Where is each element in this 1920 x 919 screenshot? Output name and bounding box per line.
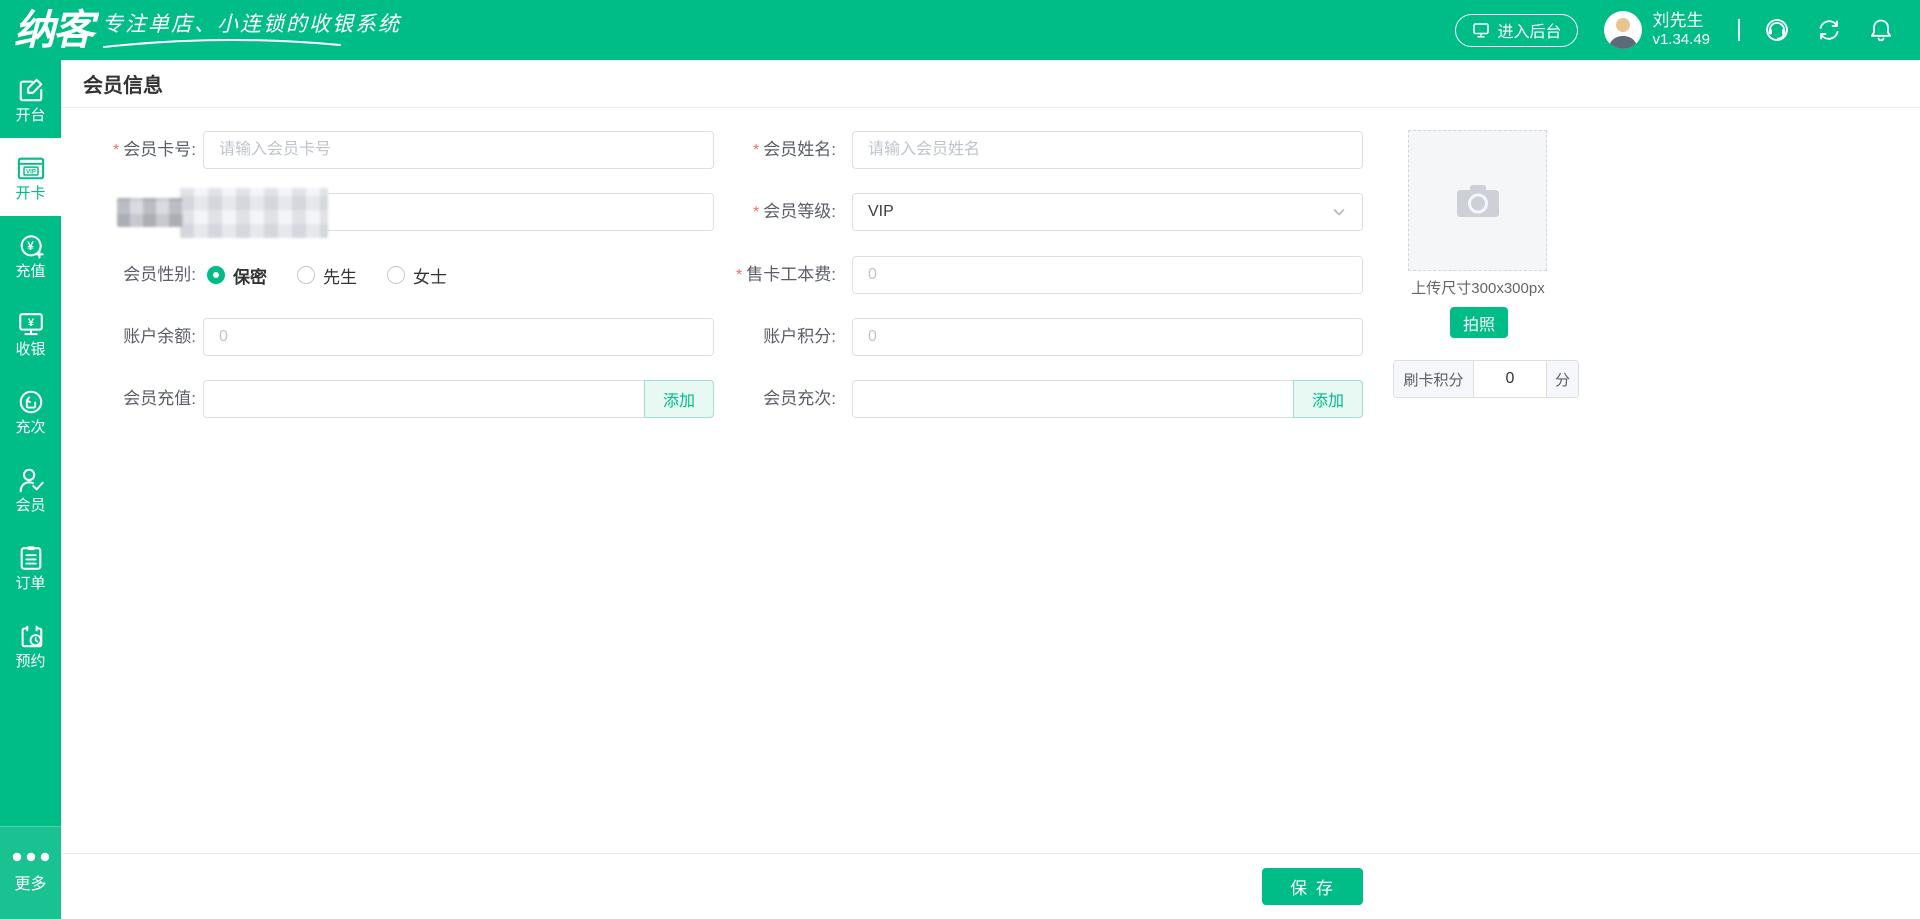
sidebar-item-label: 开台 <box>15 106 46 124</box>
sidebar-item-open-card[interactable]: VIP 开卡 <box>0 138 61 216</box>
member-level-value: VIP <box>868 203 894 220</box>
required-mark: * <box>113 142 120 159</box>
redacted-label-blur <box>117 198 183 227</box>
required-mark: * <box>753 142 760 159</box>
card-fee-label: * 售卡工本费: <box>736 265 836 284</box>
card-fee-input[interactable] <box>852 256 1363 294</box>
user-info[interactable]: 刘先生 v1.34.49 <box>1652 10 1710 50</box>
sidebar-item-label: 充值 <box>15 262 46 280</box>
open-table-icon <box>19 78 42 101</box>
sidebar-item-label: 订单 <box>15 574 46 592</box>
sidebar-item-member[interactable]: 会员 <box>0 450 61 528</box>
redacted-blur-overlay <box>180 188 328 238</box>
recharge-times-label: 会员充次: <box>763 389 836 408</box>
required-mark: * <box>736 267 743 284</box>
balance-input[interactable] <box>203 318 714 356</box>
radio-dot-icon <box>297 266 315 284</box>
topbar: 纳客 专注单店、小连锁的收银系统 进入后台 刘先生 v1.34.49 <box>0 0 1920 60</box>
sidebar-item-label: 开卡 <box>15 184 46 202</box>
camera-icon <box>1456 184 1499 217</box>
balance-label: 账户余额: <box>123 327 196 346</box>
page-title: 会员信息 <box>83 75 163 97</box>
sidebar-item-recharge[interactable]: ¥ 充值 <box>0 216 61 294</box>
photo-size-hint: 上传尺寸300x300px <box>1411 280 1545 297</box>
topbar-divider <box>1738 19 1740 41</box>
member-name-input[interactable] <box>852 131 1363 169</box>
gender-radio-mr[interactable]: 先生 <box>297 263 357 288</box>
radio-dot-icon <box>207 266 225 284</box>
sidebar-item-label: 预约 <box>15 652 46 670</box>
sidebar-item-label: 充次 <box>15 418 46 436</box>
footer-divider <box>61 853 1920 854</box>
more-dots-icon <box>12 852 49 862</box>
sidebar-more-label: 更多 <box>14 876 47 893</box>
sidebar-item-cashier[interactable]: ¥ 收银 <box>0 294 61 372</box>
reservation-icon <box>21 625 42 647</box>
sidebar-item-reservation[interactable]: 预约 <box>0 606 61 684</box>
svg-text:¥: ¥ <box>27 316 34 328</box>
take-photo-button[interactable]: 拍照 <box>1450 307 1508 338</box>
recharge-times-add-button[interactable]: 添加 <box>1293 380 1363 418</box>
member-level-select[interactable]: VIP <box>852 193 1363 231</box>
bell-icon[interactable] <box>1868 17 1894 43</box>
gender-label: 会员性别: <box>123 265 196 284</box>
sidebar-item-open-table[interactable]: 开台 <box>0 60 61 138</box>
app-window: 纳客 专注单店、小连锁的收银系统 进入后台 刘先生 v1.34.49 开台 VI… <box>0 0 1920 919</box>
avatar[interactable] <box>1604 11 1643 49</box>
main-content: 会员信息 <box>61 60 1920 919</box>
sync-icon[interactable] <box>1816 17 1842 43</box>
brand-logo: 纳客 <box>14 7 94 53</box>
chevron-down-icon <box>1333 209 1345 216</box>
page-title-bar: 会员信息 <box>61 60 1920 108</box>
swipe-points-input[interactable] <box>1474 361 1546 397</box>
card-no-input[interactable] <box>203 131 714 169</box>
order-icon <box>20 545 41 570</box>
recharge-times-icon <box>19 390 42 413</box>
brand-tagline-wrap: 专注单店、小连锁的收银系统 <box>102 8 401 49</box>
tagline-underline <box>103 38 341 48</box>
recharge-label: 会员充值: <box>123 389 196 408</box>
enter-backstage-button[interactable]: 进入后台 <box>1455 13 1579 47</box>
sidebar-item-more[interactable]: 更多 <box>0 826 61 919</box>
swipe-points-group: 刷卡积分 分 <box>1393 360 1579 398</box>
gender-option-label: 保密 <box>233 267 267 287</box>
save-button[interactable]: 保 存 <box>1262 868 1363 905</box>
sidebar-item-order[interactable]: 订单 <box>0 528 61 606</box>
user-name: 刘先生 <box>1652 11 1704 30</box>
member-icon <box>19 468 44 492</box>
brand-tagline: 专注单店、小连锁的收银系统 <box>102 12 401 36</box>
points-input[interactable] <box>852 318 1363 356</box>
gender-radio-group: 保密 先生 女士 <box>207 256 447 294</box>
member-level-label: * 会员等级: <box>753 202 836 221</box>
points-label: 账户积分: <box>763 327 836 346</box>
recharge-input[interactable] <box>203 380 714 418</box>
radio-dot-icon <box>387 266 405 284</box>
swipe-points-unit: 分 <box>1546 361 1578 397</box>
gender-radio-ms[interactable]: 女士 <box>387 263 447 288</box>
vip-card-icon: VIP <box>17 157 44 179</box>
svg-text:VIP: VIP <box>26 169 36 175</box>
customer-service-icon[interactable] <box>1764 17 1790 43</box>
sidebar-item-label: 会员 <box>15 496 46 514</box>
gender-option-label: 女士 <box>413 267 447 287</box>
photo-upload-box[interactable] <box>1408 130 1547 271</box>
recharge-icon: ¥ <box>20 234 44 259</box>
member-name-label: * 会员姓名: <box>753 140 836 159</box>
required-mark: * <box>753 204 760 221</box>
swipe-points-label: 刷卡积分 <box>1394 361 1474 397</box>
sidebar-item-recharge-times[interactable]: 充次 <box>0 372 61 450</box>
monitor-icon <box>1473 23 1490 38</box>
recharge-times-input[interactable] <box>852 380 1363 418</box>
card-no-label: * 会员卡号: <box>113 140 196 159</box>
sidebar-item-label: 收银 <box>15 340 46 358</box>
app-version: v1.34.49 <box>1652 31 1710 49</box>
cashier-icon: ¥ <box>18 312 43 335</box>
topbar-right-cluster: 进入后台 刘先生 v1.34.49 <box>1455 10 1920 50</box>
gender-radio-secret[interactable]: 保密 <box>207 263 267 288</box>
gender-option-label: 先生 <box>323 267 357 287</box>
enter-backstage-label: 进入后台 <box>1497 24 1562 41</box>
svg-text:¥: ¥ <box>27 239 34 253</box>
sidebar: 开台 VIP 开卡 ¥ 充值 ¥ 收银 充次 会员 订单 预约 更多 <box>0 60 61 919</box>
